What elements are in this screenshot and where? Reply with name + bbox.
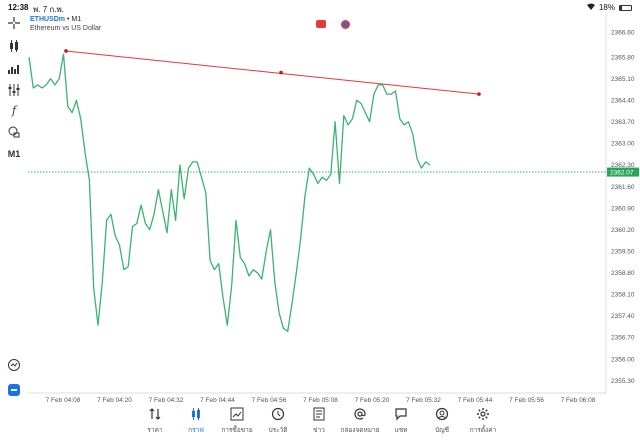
chat-bubble-icon bbox=[394, 407, 408, 421]
trendline-mid-point bbox=[279, 70, 283, 75]
bottom-navigation: ราคา กราฟ การซื้อขาย ประวัติ ข่าว กล่องจดหมาย… bbox=[0, 405, 640, 447]
price-tick-label: 2359.50 bbox=[611, 248, 635, 255]
price-tick-label: 2358.10 bbox=[611, 292, 635, 299]
price-chart[interactable]: 2366.60 2365.80 2365.10 2364.40 2363.70 2363.… bbox=[0, 0, 640, 405]
nav-label: กล่องจดหมาย bbox=[340, 427, 380, 434]
time-tick-label: 7 Feb 04:20 bbox=[97, 397, 132, 404]
newspaper-icon bbox=[312, 407, 326, 421]
price-tick-label: 2363.00 bbox=[611, 141, 635, 148]
price-series-line bbox=[28, 53, 431, 333]
time-tick-label: 7 Feb 06:08 bbox=[561, 397, 596, 404]
price-tick-label: 2356.00 bbox=[611, 356, 635, 363]
time-tick-label: 7 Feb 05:56 bbox=[509, 397, 544, 404]
time-tick-label: 7 Feb 04:44 bbox=[200, 397, 235, 404]
current-price-label: 2362.07 bbox=[610, 169, 634, 176]
time-tick-label: 7 Feb 05:44 bbox=[458, 397, 493, 404]
time-tick-label: 7 Feb 04:56 bbox=[252, 397, 287, 404]
nav-label: บัญชี bbox=[434, 427, 450, 434]
time-tick-label: 7 Feb 04:32 bbox=[149, 397, 184, 404]
price-tick-label: 2364.40 bbox=[611, 97, 635, 104]
price-tick-label: 2363.70 bbox=[611, 119, 635, 126]
nav-history[interactable]: ประวัติ bbox=[258, 407, 298, 435]
nav-chat[interactable]: แชท bbox=[381, 407, 421, 435]
time-tick-label: 7 Feb 04:08 bbox=[46, 397, 81, 404]
nav-quotes[interactable]: ราคา bbox=[135, 407, 175, 435]
trendline bbox=[65, 50, 480, 95]
nav-label: ราคา bbox=[147, 427, 163, 434]
nav-settings[interactable]: การตั้งค่า bbox=[463, 407, 503, 435]
candles-icon bbox=[189, 407, 203, 421]
nav-label: การซื้อขาย bbox=[221, 427, 253, 434]
nav-account[interactable]: บัญชี bbox=[422, 407, 462, 435]
time-tick-label: 7 Feb 05:20 bbox=[355, 397, 390, 404]
price-tick-label: 2365.80 bbox=[611, 54, 635, 61]
trendline-end-point bbox=[477, 92, 481, 96]
sort-arrows-icon bbox=[148, 407, 162, 421]
gear-icon bbox=[476, 407, 490, 421]
price-tick-label: 2365.10 bbox=[611, 76, 635, 83]
price-tick-label: 2360.20 bbox=[611, 227, 635, 234]
nav-trade[interactable]: การซื้อขาย bbox=[217, 407, 257, 435]
time-tick-label: 7 Feb 05:32 bbox=[406, 397, 441, 404]
price-tick-label: 2361.60 bbox=[611, 184, 635, 191]
user-icon bbox=[435, 407, 449, 421]
nav-news[interactable]: ข่าว bbox=[299, 407, 339, 435]
price-tick-label: 2356.70 bbox=[611, 335, 635, 342]
nav-mailbox[interactable]: กล่องจดหมาย bbox=[340, 407, 380, 435]
nav-chart[interactable]: กราฟ bbox=[176, 407, 216, 435]
nav-label: ข่าว bbox=[313, 427, 325, 434]
at-sign-icon bbox=[353, 407, 367, 421]
nav-label: กราฟ bbox=[188, 427, 204, 434]
trend-chart-icon bbox=[230, 407, 244, 421]
trendline-start-point bbox=[64, 49, 68, 53]
time-tick-label: 7 Feb 05:08 bbox=[303, 397, 338, 404]
price-tick-label: 2357.40 bbox=[611, 313, 635, 320]
clock-history-icon bbox=[271, 407, 285, 421]
nav-label: แชท bbox=[394, 427, 408, 434]
nav-label: ประวัติ bbox=[268, 427, 288, 434]
price-tick-label: 2355.30 bbox=[611, 378, 635, 385]
price-tick-label: 2366.60 bbox=[611, 30, 635, 37]
price-tick-label: 2358.80 bbox=[611, 270, 635, 277]
price-tick-label: 2360.90 bbox=[611, 205, 635, 212]
nav-label: การตั้งค่า bbox=[469, 427, 497, 434]
